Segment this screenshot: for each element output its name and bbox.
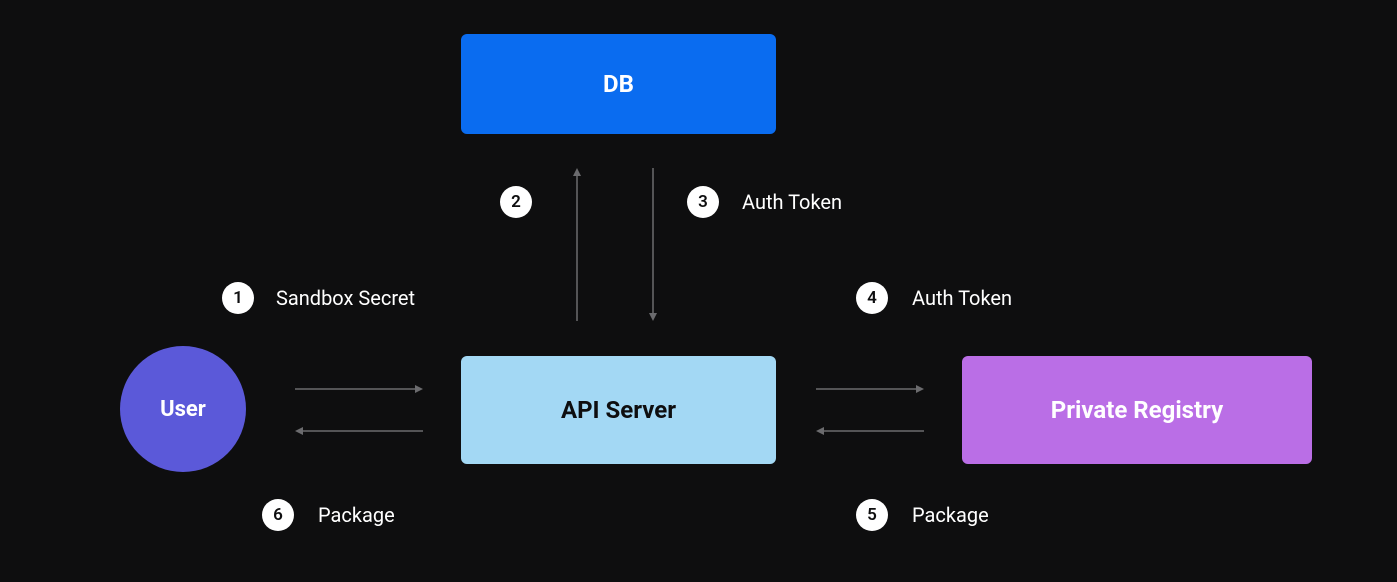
api-server-node: API Server (461, 356, 776, 464)
architecture-diagram: DB User API Server Private Registry 1 Sa… (0, 0, 1397, 582)
step-6-badge: 6 (262, 499, 294, 531)
private-registry-label: Private Registry (1051, 396, 1223, 424)
step-6-number: 6 (273, 505, 283, 525)
user-label: User (160, 397, 206, 422)
arrow-api-to-db (569, 168, 585, 323)
arrow-api-to-registry (816, 381, 926, 397)
arrow-db-to-api (645, 168, 661, 323)
step-3-label: Auth Token (742, 190, 842, 214)
step-4-label: Auth Token (912, 286, 1012, 310)
step-4-badge: 4 (856, 282, 888, 314)
arrow-user-to-api (295, 381, 425, 397)
db-node: DB (461, 34, 776, 134)
step-1-number: 1 (233, 288, 243, 308)
step-1-label: Sandbox Secret (276, 286, 415, 310)
user-node: User (120, 346, 246, 472)
step-5-number: 5 (867, 505, 877, 525)
private-registry-node: Private Registry (962, 356, 1312, 464)
step-5-badge: 5 (856, 499, 888, 531)
step-4-number: 4 (867, 288, 877, 308)
step-6-label: Package (318, 503, 395, 527)
arrow-registry-to-api (816, 423, 926, 439)
step-2-number: 2 (511, 192, 521, 212)
step-3-number: 3 (698, 192, 708, 212)
step-5-label: Package (912, 503, 989, 527)
api-server-label: API Server (561, 396, 676, 424)
step-1-badge: 1 (222, 282, 254, 314)
step-3-badge: 3 (687, 186, 719, 218)
step-2-badge: 2 (500, 186, 532, 218)
arrow-api-to-user (295, 423, 425, 439)
db-label: DB (603, 70, 634, 98)
